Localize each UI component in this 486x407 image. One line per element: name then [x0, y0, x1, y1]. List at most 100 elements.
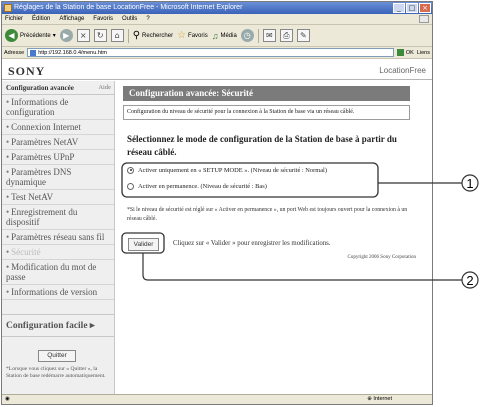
search-button[interactable]: ⚲ Rechercher	[133, 30, 173, 41]
sony-logo: SONY	[8, 64, 46, 78]
sidebar-item-version-info[interactable]: • Informations de version	[2, 285, 114, 300]
sidebar-item-setup-info[interactable]: • Informations de configuration	[2, 95, 114, 120]
toolbar: ◀ Précédente ▾ ▶ × ↻ ⌂ ⚲ Rechercher ☆ Fa…	[2, 25, 432, 47]
mode-question: Sélectionnez le mode de configuration de…	[127, 134, 397, 157]
media-icon: ♫	[211, 30, 219, 41]
history-button[interactable]: ◷	[240, 29, 254, 42]
quit-button[interactable]: Quitter	[38, 350, 76, 362]
sidebar-item-device-registration[interactable]: • Enregistrement du dispositif	[2, 205, 114, 230]
address-bar: Adresse http://192.168.0.4/menu.htm OK L…	[2, 47, 432, 59]
toolbar-separator	[257, 28, 259, 43]
sidebar-item-change-password[interactable]: • Modification du mot de passe	[2, 260, 114, 285]
sidebar-item-label: Sécurité	[11, 247, 41, 257]
refresh-button[interactable]: ↻	[93, 29, 107, 42]
back-arrow-icon: ◀	[5, 29, 18, 42]
sidebar-item-netav-test[interactable]: • Test NetAV	[2, 190, 114, 205]
menu-tools[interactable]: Outils	[122, 14, 137, 24]
sidebar-item-upnp-settings[interactable]: • Paramètres UPnP	[2, 150, 114, 165]
copyright: Copyright 2006 Sony Corporation	[347, 255, 416, 260]
maximize-button[interactable]: □	[406, 3, 418, 13]
sidebar-title: Configuration avancée	[6, 84, 74, 92]
description-box: Configuration du niveau de sécurité pour…	[123, 105, 410, 120]
option-label: Activer uniquement en « SETUP MODE ». (N…	[138, 166, 327, 174]
title-bar: Réglages de la Station de base LocationF…	[2, 2, 432, 14]
sidebar-item-dynamic-dns[interactable]: • Paramètres DNS dynamique	[2, 165, 114, 190]
callout-2-circle	[461, 271, 479, 289]
quick-setup-label: Configuration facile	[6, 321, 88, 331]
sidebar-item-label: Informations de configuration	[6, 97, 69, 117]
forward-button[interactable]: ▶	[59, 29, 73, 42]
media-label: Média	[220, 32, 237, 39]
go-arrow-icon	[396, 49, 404, 56]
sidebar-header: Configuration avancée Aide	[2, 81, 114, 95]
print-button[interactable]: ⎙	[279, 29, 293, 42]
sidebar-item-label: Enregistrement du dispositif	[6, 207, 78, 227]
sidebar-item-wireless-settings[interactable]: • Paramètres réseau sans fil	[2, 230, 114, 245]
radio-setup-mode-only[interactable]	[127, 166, 134, 174]
locationfree-logo: LocationFree	[379, 66, 426, 75]
media-button[interactable]: ♫ Média	[212, 31, 237, 41]
home-button[interactable]: ⌂	[110, 29, 124, 42]
address-input[interactable]: http://192.168.0.4/menu.htm	[27, 48, 394, 57]
links-button[interactable]: Liens	[417, 50, 430, 56]
sidebar-item-label: Paramètres réseau sans fil	[11, 232, 105, 242]
favorites-label: Favoris	[188, 32, 208, 39]
window-title: Réglages de la Station de base LocationF…	[14, 4, 243, 11]
menu-view[interactable]: Affichage	[59, 14, 84, 24]
radio-always-enabled[interactable]	[127, 182, 134, 190]
sidebar-item-label: Modification du mot de passe	[6, 262, 97, 282]
callout-1-circle	[461, 174, 479, 192]
go-button[interactable]: OK	[396, 49, 414, 56]
go-label: OK	[405, 49, 414, 56]
main-content: Configuration avancée: Sécurité Configur…	[119, 81, 432, 394]
sidebar-item-label: Informations de version	[11, 287, 98, 297]
browser-window: Réglages de la Station de base LocationF…	[1, 1, 433, 405]
option-always-enabled[interactable]: Activer en permanence. (Niveau de sécuri…	[127, 180, 380, 192]
sidebar: Configuration avancée Aide • Informations…	[2, 81, 115, 394]
menu-edit[interactable]: Édition	[32, 14, 50, 24]
security-options: Activer uniquement en « SETUP MODE ». (N…	[127, 164, 380, 198]
zone-indicator: ⊕ Internet	[367, 395, 392, 404]
page-done-icon: ◉	[5, 396, 10, 402]
globe-icon: ⊕	[367, 396, 372, 402]
validate-button[interactable]: Valider	[128, 238, 159, 251]
chevron-right-icon: ▸	[89, 321, 95, 331]
callout-2-number: 2	[466, 273, 473, 288]
sidebar-item-label: Paramètres UPnP	[11, 152, 75, 162]
back-label: Précédente	[20, 32, 51, 39]
quick-setup-link[interactable]: Configuration facile ▸	[2, 314, 114, 337]
screenshot-figure: Réglages de la Station de base LocationF…	[0, 0, 486, 407]
menu-help[interactable]: ?	[146, 14, 149, 24]
menu-favorites[interactable]: Favoris	[93, 14, 113, 24]
option-label: Activer en permanence. (Niveau de sécuri…	[138, 182, 267, 190]
quit-note: *Lorsque vous cliquez sur « Quitter », l…	[6, 366, 106, 379]
sidebar-item-netav-settings[interactable]: • Paramètres NetAV	[2, 135, 114, 150]
address-label: Adresse	[4, 49, 25, 56]
minimize-button[interactable]: _	[393, 3, 405, 13]
page-header: SONY LocationFree	[2, 61, 432, 80]
menu-file[interactable]: Fichier	[5, 14, 23, 24]
sidebar-item-label: Connexion Internet	[11, 122, 81, 132]
stop-button[interactable]: ×	[76, 29, 90, 42]
zone-label: Internet	[373, 396, 392, 402]
back-button[interactable]: ◀ Précédente ▾	[5, 29, 56, 42]
help-link[interactable]: Aide	[98, 84, 111, 92]
mail-button[interactable]: ✉	[262, 29, 276, 42]
sidebar-item-internet-connection[interactable]: • Connexion Internet	[2, 120, 114, 135]
star-icon: ☆	[177, 30, 187, 41]
sidebar-item-security[interactable]: • Sécurité	[2, 245, 114, 260]
page-title: Configuration avancée: Sécurité	[123, 86, 410, 101]
close-button[interactable]: ×	[419, 3, 431, 13]
sidebar-item-label: Test NetAV	[11, 192, 54, 202]
security-note: *Si le niveau de sécurité est réglé sur …	[127, 207, 408, 222]
chevron-down-icon: ▾	[52, 33, 56, 39]
search-icon: ⚲	[132, 30, 141, 41]
option-setup-mode-only[interactable]: Activer uniquement en « SETUP MODE ». (N…	[127, 164, 380, 176]
favorites-button[interactable]: ☆ Favoris	[177, 30, 208, 41]
search-label: Rechercher	[142, 32, 174, 39]
status-bar: ◉ ⊕ Internet	[2, 394, 432, 404]
edit-button[interactable]: ✎	[296, 29, 310, 42]
menu-bar: Fichier Édition Affichage Favoris Outils…	[2, 14, 432, 25]
windows-flag-icon	[419, 15, 429, 23]
validate-instruction: Cliquez sur « Valider » pour enregistrer…	[173, 240, 331, 247]
